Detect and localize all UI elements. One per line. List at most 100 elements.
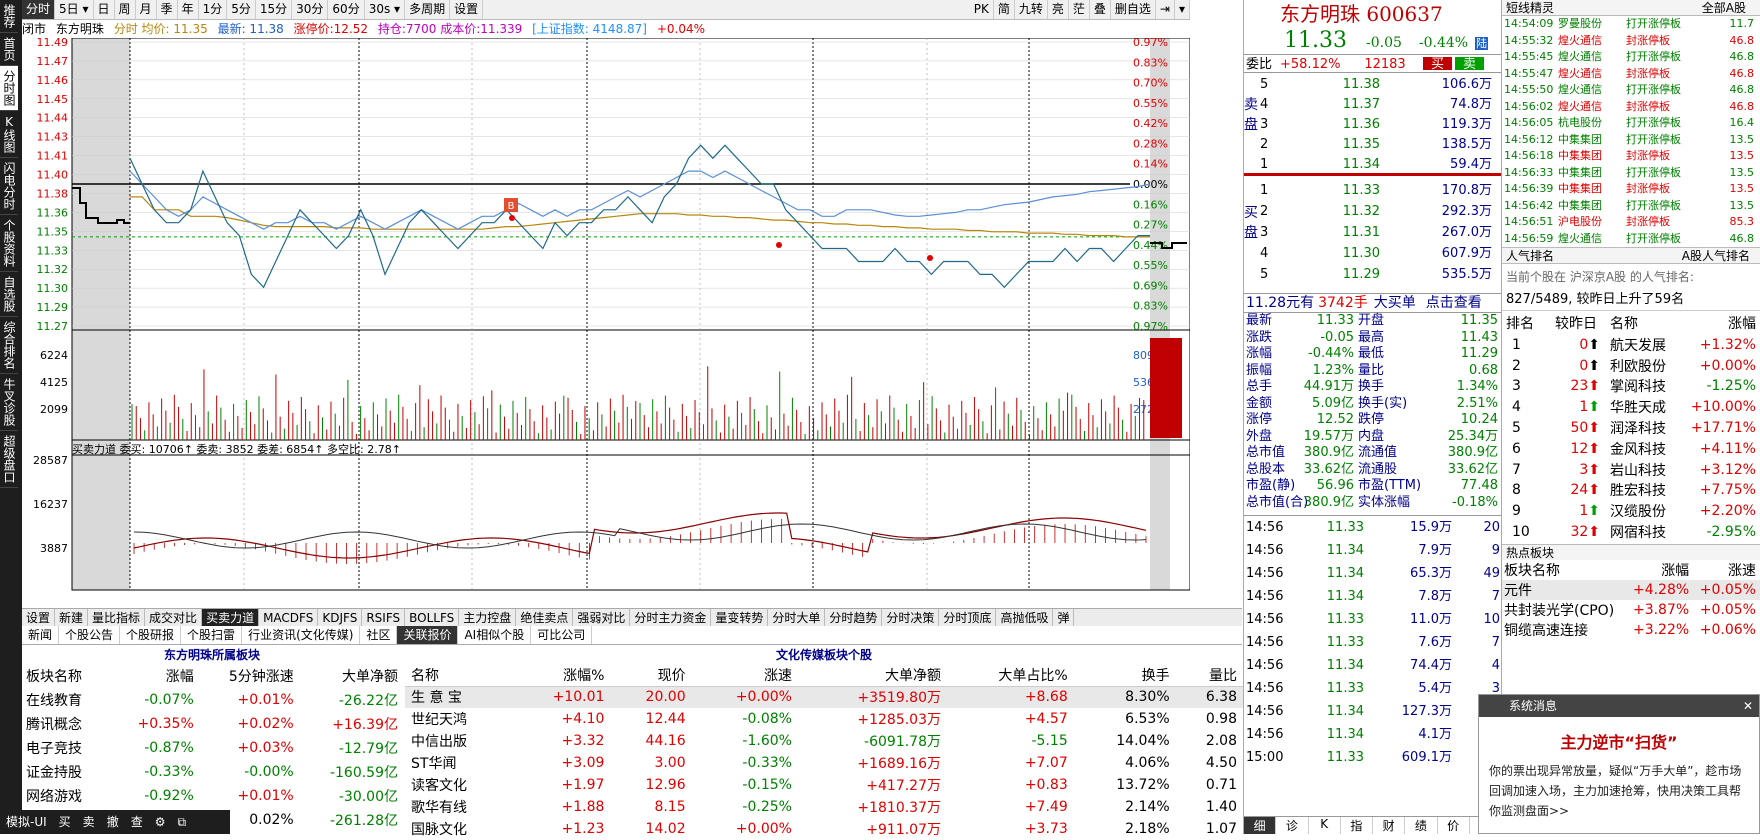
period-btn-9[interactable]: 15分 bbox=[256, 0, 293, 19]
stock-row[interactable]: 生 意 宝 +10.01 20.00 +0.00% +3519.80万 +8.68 8.30… bbox=[405, 686, 1243, 708]
sprite-row[interactable]: 14:55:50 煌火通信 打开涨停板 46.8 bbox=[1502, 82, 1760, 99]
quote-tab-4[interactable]: 财 bbox=[1373, 817, 1406, 834]
stocks-col-3[interactable]: 涨速 bbox=[692, 664, 798, 686]
bids-row[interactable]: 3 11.31 267.0万 bbox=[1260, 223, 1500, 244]
period-btn-1[interactable]: 5日 ▾ bbox=[55, 0, 94, 19]
sector-row[interactable]: 电子竞技 -0.87% +0.03% -12.79亿 bbox=[22, 736, 402, 760]
status-btn-6[interactable]: ⧉ bbox=[171, 810, 192, 834]
bigorder-link[interactable]: 点击查看 bbox=[1426, 294, 1482, 312]
period-btn-10[interactable]: 30分 bbox=[292, 0, 329, 19]
indicator-tab-2[interactable]: 量比指标 bbox=[88, 609, 146, 626]
indicator-tab-11[interactable]: 强弱对比 bbox=[573, 609, 631, 626]
stock-row[interactable]: ST华闻 +3.09 3.00 -0.33% +1689.16万 +7.07 4.06% 4.… bbox=[405, 752, 1243, 774]
status-btn-1[interactable]: 买 bbox=[53, 810, 77, 834]
nav-item-9[interactable]: 超级盘口 bbox=[0, 431, 18, 488]
asks-row[interactable]: 5 11.38 106.6万 bbox=[1260, 75, 1500, 95]
status-btn-0[interactable]: 模拟-UI bbox=[0, 810, 53, 834]
sprite-row[interactable]: 14:55:45 煌火通信 打开涨停板 46.8 bbox=[1502, 49, 1760, 66]
asks-row[interactable]: 4 11.37 74.8万 bbox=[1260, 95, 1500, 115]
popularity-row[interactable]: 5 50⬆ 润泽科技 +17.71% bbox=[1502, 418, 1760, 439]
indicator-tab-10[interactable]: 绝佳卖点 bbox=[516, 609, 574, 626]
bids-row[interactable]: 2 11.32 292.3万 bbox=[1260, 202, 1500, 223]
popularity-row[interactable]: 6 12⬆ 金风科技 +4.11% bbox=[1502, 438, 1760, 459]
period-btn-3[interactable]: 周 bbox=[115, 0, 136, 19]
buy-button[interactable]: 买 bbox=[1423, 57, 1453, 72]
quote-tab-5[interactable]: 绩 bbox=[1405, 817, 1438, 834]
sprite-row[interactable]: 14:56:42 中集集团 打开涨停板 13.5 bbox=[1502, 198, 1760, 215]
indicator-tab-9[interactable]: 主力控盘 bbox=[459, 609, 517, 626]
indicator-tab-12[interactable]: 分时主力资金 bbox=[630, 609, 712, 626]
tool-btn-1[interactable]: 简 bbox=[994, 0, 1015, 19]
bids-row[interactable]: 5 11.29 535.5万 bbox=[1260, 265, 1500, 286]
sprite-row[interactable]: 14:56:39 中集集团 封涨停板 13.5 bbox=[1502, 181, 1760, 198]
tool-btn-0[interactable]: PK bbox=[970, 0, 994, 19]
popularity-row[interactable]: 10 32⬆ 网宿科技 -2.95% bbox=[1502, 522, 1760, 543]
tool-btn-5[interactable]: 叠 bbox=[1090, 0, 1111, 19]
hot-col-2[interactable]: 涨速 bbox=[1693, 560, 1760, 580]
tool-btn-7[interactable]: ⇥ bbox=[1156, 0, 1175, 19]
popularity-filter[interactable]: A股人气排名 bbox=[1682, 248, 1760, 263]
period-btn-13[interactable]: 多周期 bbox=[405, 0, 451, 19]
asks-row[interactable]: 1 11.34 59.4万 bbox=[1260, 155, 1500, 175]
popularity-col-2[interactable]: 名称 bbox=[1606, 311, 1678, 335]
info-tab-6[interactable]: 关联报价 bbox=[397, 626, 459, 644]
tool-btn-6[interactable]: 删自选 bbox=[1111, 0, 1156, 19]
sector-col-1[interactable]: 涨幅 bbox=[110, 664, 198, 688]
sprite-row[interactable]: 14:56:05 杭电股份 打开涨停板 16.4 bbox=[1502, 115, 1760, 132]
popup-headline[interactable]: 主力逆市“扫货” bbox=[1479, 729, 1759, 753]
nav-item-0[interactable]: 推荐 bbox=[0, 0, 18, 33]
sprite-row[interactable]: 14:56:59 煌火通信 打开涨停板 46.8 bbox=[1502, 231, 1760, 248]
period-btn-2[interactable]: 日 bbox=[94, 0, 115, 19]
sprite-row[interactable]: 14:55:32 煌火通信 封涨停板 46.8 bbox=[1502, 33, 1760, 50]
period-btn-11[interactable]: 60分 bbox=[328, 0, 365, 19]
sector-col-3[interactable]: 大单净额 bbox=[298, 664, 402, 688]
info-tab-2[interactable]: 个股研报 bbox=[120, 626, 182, 644]
intraday-chart[interactable]: 11.49 11.47 11.46 11.45 11.44 11.43 11.41 11.40… bbox=[22, 38, 1190, 593]
sector-row[interactable]: 证金持股 -0.33% -0.00% -160.59亿 bbox=[22, 760, 402, 784]
popularity-row[interactable]: 2 0⬆ 利欧股份 +0.00% bbox=[1502, 355, 1760, 376]
quote-tab-3[interactable]: 指 bbox=[1341, 817, 1373, 834]
stocks-col-7[interactable]: 量比 bbox=[1176, 664, 1243, 686]
sprite-row[interactable]: 14:56:51 沪电股份 封涨停板 85.3 bbox=[1502, 214, 1760, 231]
quote-tab-0[interactable]: 细 bbox=[1244, 817, 1277, 834]
nav-item-6[interactable]: 自选股 bbox=[0, 272, 18, 317]
sprite-filter[interactable]: 全部A股 bbox=[1702, 0, 1760, 15]
sector-row[interactable]: 在线教育 -0.07% +0.01% -26.22亿 bbox=[22, 688, 402, 712]
stocks-col-6[interactable]: 换手 bbox=[1074, 664, 1176, 686]
sprite-row[interactable]: 14:56:12 中集集团 打开涨停板 13.5 bbox=[1502, 132, 1760, 149]
popularity-col-1[interactable]: 较昨日 bbox=[1546, 311, 1606, 335]
indicator-tab-14[interactable]: 分时大单 bbox=[768, 609, 826, 626]
hot-col-1[interactable]: 涨幅 bbox=[1626, 560, 1693, 580]
nav-item-2[interactable]: 分时图 bbox=[0, 66, 18, 111]
info-tab-4[interactable]: 行业资讯(文化传媒) bbox=[242, 626, 361, 644]
sector-col-2[interactable]: 5分钟涨速 bbox=[198, 664, 298, 688]
stocks-col-1[interactable]: 涨幅% bbox=[511, 664, 610, 686]
popularity-row[interactable]: 9 1⬆ 汉缆股份 +2.20% bbox=[1502, 501, 1760, 522]
nav-item-8[interactable]: 牛叉诊股 bbox=[0, 374, 18, 431]
sector-row[interactable]: 网络游戏 -0.92% +0.01% -30.00亿 bbox=[22, 784, 402, 808]
period-btn-6[interactable]: 年 bbox=[178, 0, 199, 19]
popularity-row[interactable]: 4 1⬆ 华胜天成 +10.00% bbox=[1502, 397, 1760, 418]
stock-row[interactable]: 读客文化 +1.97 12.96 -0.15% +417.27万 +0.83 13.72% 0… bbox=[405, 774, 1243, 796]
status-btn-2[interactable]: 卖 bbox=[77, 810, 101, 834]
stocks-col-5[interactable]: 大单占比% bbox=[947, 664, 1074, 686]
popup-body[interactable]: 你的票出现异常放量，疑似“万手大单”，趁市场回调加速入场，主力加速抢筹，快用决策… bbox=[1479, 761, 1759, 821]
bids-row[interactable]: 1 11.33 170.8万 bbox=[1260, 181, 1500, 202]
status-btn-5[interactable]: ⚙ bbox=[149, 810, 172, 834]
sprite-row[interactable]: 14:56:18 中集集团 封涨停板 13.5 bbox=[1502, 148, 1760, 165]
sector-row[interactable]: 腾讯概念 +0.35% +0.02% +16.39亿 bbox=[22, 712, 402, 736]
info-tab-3[interactable]: 个股扫雷 bbox=[181, 626, 243, 644]
sprite-row[interactable]: 14:56:02 煌火通信 封涨停板 46.8 bbox=[1502, 99, 1760, 116]
stock-row[interactable]: 世纪天鸿 +4.10 12.44 -0.08% +1285.03万 +4.57 6.53% 0… bbox=[405, 708, 1243, 730]
stock-row[interactable]: 歌华有线 +1.88 8.15 -0.25% +1810.37万 +7.49 2.14% 1.… bbox=[405, 796, 1243, 818]
popularity-row[interactable]: 3 23⬆ 掌阅科技 -1.25% bbox=[1502, 376, 1760, 397]
period-btn-4[interactable]: 月 bbox=[136, 0, 157, 19]
info-tab-1[interactable]: 个股公告 bbox=[59, 626, 121, 644]
status-btn-4[interactable]: 查 bbox=[125, 810, 149, 834]
hotsector-row[interactable]: 铜缆高速连接 +3.22% +0.06% bbox=[1502, 620, 1760, 640]
popularity-row[interactable]: 8 24⬆ 胜宏科技 +7.75% bbox=[1502, 480, 1760, 501]
nav-item-3[interactable]: K线图 bbox=[0, 111, 18, 158]
sprite-row[interactable]: 14:56:33 中集集团 打开涨停板 13.5 bbox=[1502, 165, 1760, 182]
indicator-tab-4[interactable]: 买卖力道 bbox=[202, 609, 260, 626]
popularity-row[interactable]: 1 0⬆ 航天发展 +1.32% bbox=[1502, 335, 1760, 356]
